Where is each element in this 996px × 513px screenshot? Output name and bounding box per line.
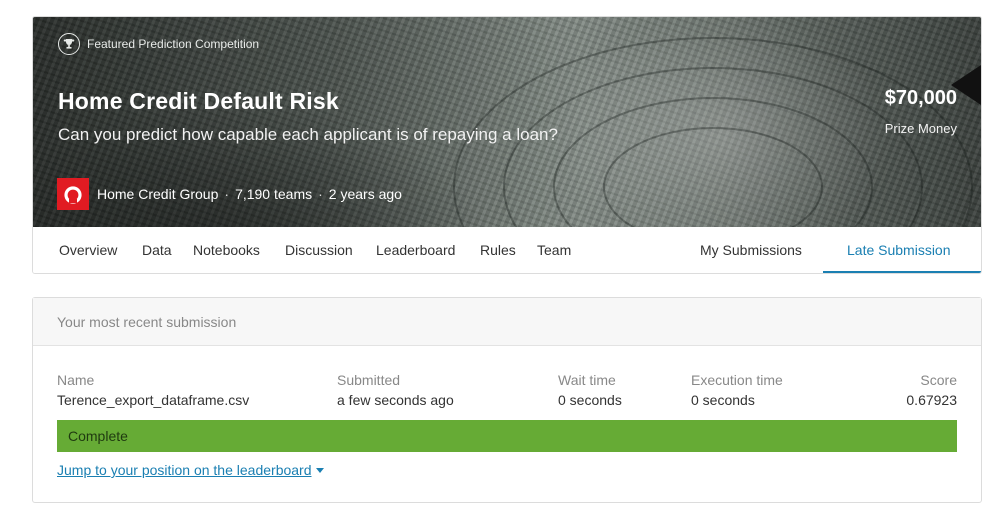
wait-time-value: 0 seconds — [558, 392, 622, 408]
tab-rules[interactable]: Rules — [480, 227, 516, 273]
column-label: Score — [920, 372, 957, 388]
tab-discussion[interactable]: Discussion — [285, 227, 353, 273]
file-name: Terence_export_dataframe.csv — [57, 392, 250, 408]
competition-tabs: Overview Data Notebooks Discussion Leade… — [33, 227, 981, 273]
submission-execution-time: Execution time 0 seconds — [691, 372, 783, 408]
active-tab-indicator — [823, 271, 981, 273]
tab-leaderboard[interactable]: Leaderboard — [376, 227, 455, 273]
recent-submission-card: Your most recent submission Name Terence… — [32, 297, 982, 503]
tab-late-submission[interactable]: Late Submission — [847, 227, 951, 273]
featured-badge: Featured Prediction Competition — [58, 33, 259, 55]
jump-to-leaderboard-link[interactable]: Jump to your position on the leaderboard — [57, 462, 324, 478]
trophy-icon — [58, 33, 80, 55]
execution-time-value: 0 seconds — [691, 392, 755, 408]
host-info: Home Credit Group · 7,190 teams · 2 year… — [57, 178, 402, 210]
column-label: Submitted — [337, 372, 401, 388]
competition-subtitle: Can you predict how capable each applica… — [58, 125, 558, 144]
status-badge: Complete — [57, 420, 957, 452]
competition-title: Home Credit Default Risk — [58, 88, 339, 114]
submitted-time: a few seconds ago — [337, 392, 454, 408]
column-label: Name — [57, 372, 95, 388]
column-label: Execution time — [691, 372, 783, 388]
jump-link-label[interactable]: Jump to your position on the leaderboard — [57, 462, 312, 478]
tab-data[interactable]: Data — [142, 227, 172, 273]
tab-overview[interactable]: Overview — [59, 227, 117, 273]
team-count: 7,190 teams — [235, 186, 313, 202]
competition-header: Featured Prediction Competition Home Cre… — [32, 16, 982, 274]
column-label: Wait time — [558, 372, 616, 388]
tab-notebooks[interactable]: Notebooks — [193, 227, 260, 273]
host-name[interactable]: Home Credit Group — [97, 186, 218, 202]
submission-name: Name Terence_export_dataframe.csv — [57, 372, 249, 408]
prize-amount: $70,000 — [884, 87, 957, 109]
caret-down-icon[interactable] — [315, 467, 324, 473]
tab-my-submissions[interactable]: My Submissions — [700, 227, 802, 273]
tab-team[interactable]: Team — [537, 227, 571, 273]
submission-score: Score 0.67923 — [906, 372, 957, 408]
score-value: 0.67923 — [906, 392, 957, 408]
home-credit-logo[interactable] — [57, 178, 89, 210]
recent-submission-heading: Your most recent submission — [33, 298, 981, 346]
submission-wait-time: Wait time 0 seconds — [558, 372, 622, 408]
submission-submitted: Submitted a few seconds ago — [337, 372, 454, 408]
competition-age: 2 years ago — [328, 186, 402, 202]
competition-banner: Featured Prediction Competition Home Cre… — [33, 17, 981, 227]
featured-label: Featured Prediction Competition — [87, 37, 260, 51]
prize-label: Prize Money — [884, 121, 957, 136]
